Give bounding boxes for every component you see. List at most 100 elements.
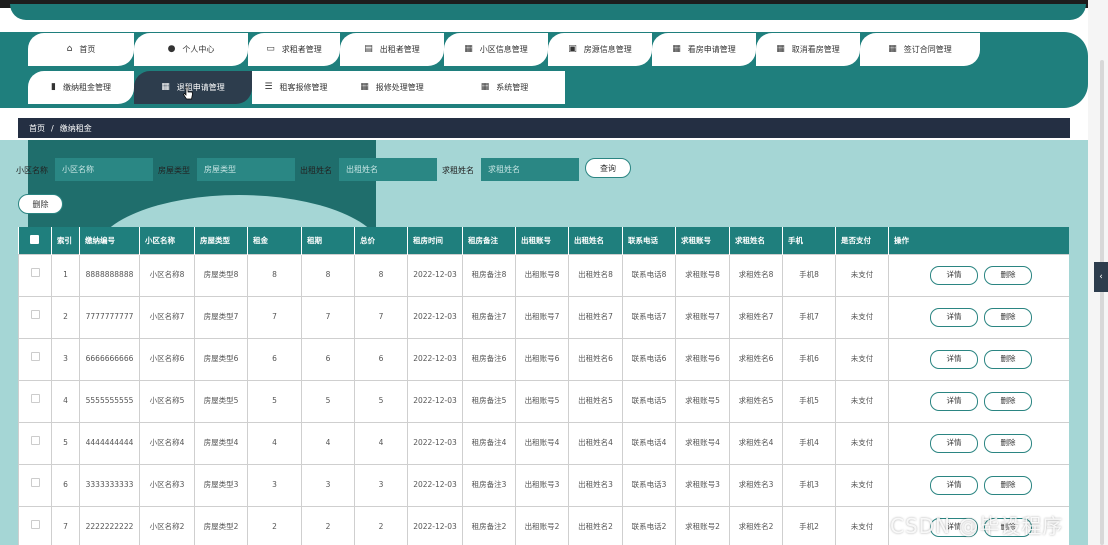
- table-cell: 未支付: [835, 505, 889, 545]
- table-cell: 出租账号2: [515, 505, 569, 545]
- row-actions: 详情 删除: [888, 337, 1069, 381]
- nav-item-system[interactable]: ▦ 系统管理: [444, 71, 565, 104]
- breadcrumb-home[interactable]: 首页: [29, 123, 45, 134]
- table-cell: 租房备注2: [462, 505, 516, 545]
- row-actions: 详情 删除: [888, 295, 1069, 339]
- row-checkbox[interactable]: [18, 379, 52, 423]
- table-cell: 5: [301, 379, 355, 423]
- table-cell: 7: [51, 505, 80, 545]
- table-cell: 联系电话6: [622, 337, 676, 381]
- table-cell: 租房备注7: [462, 295, 516, 339]
- table-cell: 5: [51, 421, 80, 465]
- table-cell: 3: [247, 463, 302, 507]
- nav-item-tenant[interactable]: ▭ 求租者管理: [248, 33, 340, 66]
- table-cell: 房屋类型6: [194, 337, 248, 381]
- table-cell: 8888888888: [79, 253, 140, 297]
- nav-item-cancel-viewing[interactable]: ▦ 取消看房管理: [756, 33, 860, 66]
- side-collapse-tab[interactable]: ‹: [1094, 262, 1108, 292]
- table-cell: 租房备注5: [462, 379, 516, 423]
- table-cell: 2022-12-03: [407, 463, 463, 507]
- delete-button[interactable]: 删除: [984, 307, 1032, 327]
- row-checkbox[interactable]: [18, 337, 52, 381]
- delete-button[interactable]: 删除: [984, 349, 1032, 369]
- table-cell: 6: [247, 337, 302, 381]
- column-header: 小区名称: [139, 227, 195, 254]
- nav-item-home[interactable]: ⌂ 首页: [28, 33, 134, 66]
- table-cell: 2022-12-03: [407, 505, 463, 545]
- detail-button[interactable]: 详情: [930, 349, 978, 369]
- batch-delete-button[interactable]: 删除: [18, 194, 63, 214]
- delete-button[interactable]: 删除: [984, 391, 1032, 411]
- nav-item-landlord[interactable]: ▤ 出租者管理: [340, 33, 444, 66]
- nav-item-checkout[interactable]: ▦ 退租申请管理: [134, 71, 252, 104]
- landlord-name-input[interactable]: [339, 158, 437, 181]
- detail-button[interactable]: 详情: [930, 307, 978, 327]
- table-row: 3 6666666666 小区名称6 房屋类型6 6 6 6 2022-12-03 租房备注6 出…: [18, 337, 1069, 381]
- search-label-tenant-name: 求租姓名: [442, 166, 474, 175]
- nav-item-repair-handle[interactable]: ▦ 报修处理管理: [340, 71, 444, 104]
- table-cell: 房屋类型4: [194, 421, 248, 465]
- nav-item-rent-payment[interactable]: ▮ 缴纳租金管理: [28, 71, 134, 104]
- table-cell: 手机8: [782, 253, 836, 297]
- table-cell: 出租账号5: [515, 379, 569, 423]
- nav-item-profile[interactable]: ● 个人中心: [134, 33, 248, 66]
- row-checkbox[interactable]: [18, 295, 52, 339]
- delete-button[interactable]: 删除: [984, 265, 1032, 285]
- detail-button[interactable]: 详情: [930, 265, 978, 285]
- detail-button[interactable]: 详情: [930, 391, 978, 411]
- table-cell: 2022-12-03: [407, 421, 463, 465]
- delete-button[interactable]: 删除: [984, 475, 1032, 495]
- table-row: 4 5555555555 小区名称5 房屋类型5 5 5 5 2022-12-03 租房备注5 出…: [18, 379, 1069, 423]
- table-cell: 4444444444: [79, 421, 140, 465]
- nav-label: 取消看房管理: [791, 45, 840, 54]
- table-cell: 房屋类型3: [194, 463, 248, 507]
- nav-item-repair-request[interactable]: ☰ 租客报修管理: [252, 71, 340, 104]
- nav-label: 求租者管理: [281, 45, 322, 54]
- table-cell: 1: [51, 253, 80, 297]
- row-checkbox[interactable]: [18, 505, 52, 545]
- row-checkbox[interactable]: [18, 253, 52, 297]
- house-type-input[interactable]: [197, 158, 295, 181]
- column-header: 操作: [888, 227, 1069, 254]
- detail-button[interactable]: 详情: [930, 475, 978, 495]
- table-cell: 出租姓名4: [568, 421, 623, 465]
- delete-button[interactable]: 删除: [984, 433, 1032, 453]
- table-cell: 求租姓名3: [729, 463, 783, 507]
- nav-item-listing[interactable]: ▣ 房源信息管理: [548, 33, 652, 66]
- table-cell: 小区名称3: [139, 463, 195, 507]
- tenant-name-input[interactable]: [481, 158, 579, 181]
- detail-button[interactable]: 详情: [930, 433, 978, 453]
- table-cell: 小区名称5: [139, 379, 195, 423]
- table-cell: 求租账号4: [675, 421, 730, 465]
- column-header: 手机: [782, 227, 836, 254]
- decorative-curve: [94, 195, 376, 228]
- bar-chart-icon: ▮: [51, 82, 56, 92]
- query-button[interactable]: 查询: [585, 158, 631, 178]
- sliders-icon: ☰: [264, 82, 273, 92]
- table-cell: 求租姓名8: [729, 253, 783, 297]
- scrollbar-thumb[interactable]: [1100, 60, 1104, 545]
- table-cell: 小区名称2: [139, 505, 195, 545]
- table-cell: 出租账号4: [515, 421, 569, 465]
- table-cell: 求租姓名6: [729, 337, 783, 381]
- nav-item-community[interactable]: ▦ 小区信息管理: [444, 33, 548, 66]
- column-header: 房屋类型: [194, 227, 248, 254]
- table-cell: 7: [354, 295, 408, 339]
- nav-item-contract[interactable]: ▦ 签订合同管理: [860, 33, 980, 66]
- nav-item-viewing[interactable]: ▦ 看房申请管理: [652, 33, 756, 66]
- breadcrumb-current: 缴纳租金: [59, 123, 92, 133]
- table-cell: 6666666666: [79, 337, 140, 381]
- table-cell: 出租姓名3: [568, 463, 623, 507]
- table-cell: 出租姓名5: [568, 379, 623, 423]
- column-header: 求租姓名: [729, 227, 783, 254]
- row-actions: 详情 删除: [888, 379, 1069, 423]
- table-cell: 未支付: [835, 253, 889, 297]
- table-cell: 出租账号8: [515, 253, 569, 297]
- table-cell: 2022-12-03: [407, 253, 463, 297]
- row-checkbox[interactable]: [18, 463, 52, 507]
- column-header: 求租账号: [675, 227, 730, 254]
- table-cell: 出租账号6: [515, 337, 569, 381]
- row-checkbox[interactable]: [18, 421, 52, 465]
- select-all-checkbox[interactable]: [18, 227, 52, 254]
- community-name-input[interactable]: [55, 158, 153, 181]
